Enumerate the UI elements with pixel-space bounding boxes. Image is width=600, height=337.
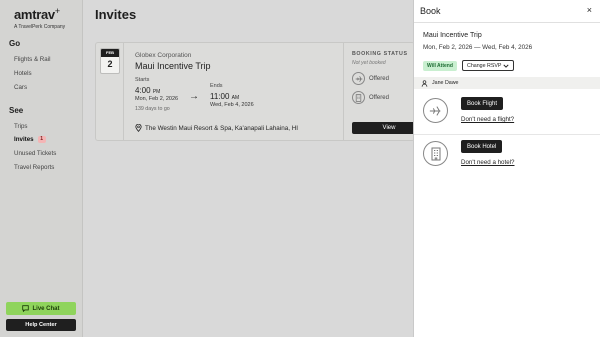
- sidebar-item-label: Invites: [14, 136, 34, 143]
- days-to-go: 139 days to go: [135, 106, 170, 112]
- flight-service-icon: [423, 98, 448, 123]
- address-text: The Westin Maui Resort & Spa, Ka'anapali…: [145, 124, 298, 132]
- will-attend-badge: Will Attend: [423, 61, 457, 71]
- flight-offer-row: Offered: [352, 72, 389, 85]
- sidebar-item-label: Hotels: [14, 70, 32, 77]
- plane-icon: [352, 72, 365, 85]
- book-panel: Book × Maui Incentive Trip Mon, Feb 2, 2…: [413, 0, 600, 337]
- starts-label: Starts: [135, 77, 150, 83]
- panel-title: Book: [420, 6, 441, 16]
- book-flight-label: Book Flight: [467, 100, 498, 107]
- live-chat-label: Live Chat: [32, 305, 60, 312]
- ends-label: Ends: [210, 83, 223, 89]
- book-hotel-label: Book Hotel: [467, 143, 497, 150]
- nav-heading-go: Go: [9, 39, 21, 48]
- sidebar-item-unused-tickets[interactable]: Unused Tickets: [14, 150, 56, 157]
- date-month: FEB: [101, 49, 119, 57]
- chat-icon: [22, 305, 30, 312]
- help-center-button[interactable]: Help Center: [6, 319, 76, 331]
- brand-plus-mark: +: [54, 6, 61, 16]
- change-rsvp-button[interactable]: Change RSVP: [462, 60, 515, 71]
- book-hotel-button[interactable]: Book Hotel: [461, 140, 503, 153]
- hotel-offer-status: Offered: [369, 94, 389, 101]
- start-time-ampm: PM: [152, 89, 161, 95]
- invites-count-badge: 1: [37, 136, 46, 143]
- plane-icon: [429, 105, 440, 116]
- start-time-value: 4:00: [135, 86, 151, 95]
- page-title: Invites: [95, 7, 137, 22]
- sidebar-item-label: Flights & Rail: [14, 56, 51, 63]
- sidebar-item-label: Trips: [14, 123, 28, 130]
- sidebar-item-trips[interactable]: Trips: [14, 123, 28, 130]
- view-button-label: View: [382, 125, 396, 131]
- sidebar-item-label: Cars: [14, 84, 28, 91]
- end-time: 11:00 AM: [210, 92, 239, 101]
- flight-offer-status: Offered: [369, 75, 389, 82]
- sidebar-item-invites[interactable]: Invites 1: [14, 136, 46, 143]
- close-icon[interactable]: ×: [587, 5, 592, 15]
- date-day: 2: [107, 59, 113, 69]
- brand-subtitle: A TravelPerk Company: [14, 24, 66, 30]
- hotel-icon: [431, 147, 440, 160]
- change-rsvp-label: Change RSVP: [467, 62, 502, 69]
- hotel-service-icon: [423, 141, 448, 166]
- book-flight-button[interactable]: Book Flight: [461, 97, 504, 110]
- pin-icon: [135, 124, 142, 132]
- end-date: Wed, Feb 4, 2026: [210, 102, 254, 108]
- sidebar: amtrav+ A TravelPerk Company Go Flights …: [0, 0, 83, 337]
- brand-logo[interactable]: amtrav+ A TravelPerk Company: [14, 6, 65, 30]
- guest-bar: Jane Dawe: [414, 77, 600, 89]
- chevron-down-icon: [503, 64, 510, 68]
- panel-trip-name: Maui Incentive Trip: [423, 32, 482, 39]
- help-center-label: Help Center: [25, 322, 57, 328]
- invite-card[interactable]: FEB 2 Globex Corporation Maui Incentive …: [95, 42, 426, 141]
- nav-heading-see: See: [9, 106, 24, 115]
- end-time-ampm: AM: [231, 95, 240, 101]
- sidebar-item-flights-rail[interactable]: Flights & Rail: [14, 56, 50, 63]
- booking-status-subtitle: Not yet booked: [352, 60, 386, 66]
- brand-name: amtrav: [14, 7, 55, 22]
- end-time-value: 11:00: [210, 92, 230, 101]
- panel-trip-dates: Mon, Feb 2, 2026 — Wed, Feb 4, 2026: [423, 44, 533, 51]
- sidebar-item-hotels[interactable]: Hotels: [14, 70, 32, 77]
- booking-status-title: BOOKING STATUS: [352, 51, 408, 57]
- start-date: Mon, Feb 2, 2026: [135, 96, 179, 102]
- divider: [414, 134, 600, 135]
- booking-status-column: BOOKING STATUS Not yet booked Offered Of…: [343, 43, 426, 140]
- live-chat-button[interactable]: Live Chat: [6, 302, 76, 315]
- trip-name: Maui Incentive Trip: [135, 61, 211, 71]
- sidebar-item-label: Travel Reports: [14, 164, 55, 171]
- sidebar-item-label: Unused Tickets: [14, 150, 57, 157]
- panel-header: Book ×: [414, 0, 600, 23]
- guest-name: Jane Dawe: [432, 80, 459, 86]
- no-hotel-link[interactable]: Don't need a hotel?: [461, 159, 514, 166]
- hotel-offer-row: Offered: [352, 91, 389, 104]
- address: The Westin Maui Resort & Spa, Ka'anapali…: [135, 124, 298, 132]
- arrow-right-icon: →: [189, 91, 199, 102]
- date-badge: FEB 2: [100, 48, 120, 74]
- sidebar-item-travel-reports[interactable]: Travel Reports: [14, 164, 54, 171]
- person-icon: [421, 79, 428, 87]
- hotel-icon: [352, 91, 365, 104]
- company-name: Globex Corporation: [135, 52, 192, 59]
- date-column: FEB 2: [96, 43, 124, 140]
- start-time: 4:00 PM: [135, 86, 160, 95]
- no-flight-link[interactable]: Don't need a flight?: [461, 116, 514, 123]
- sidebar-item-cars[interactable]: Cars: [14, 84, 27, 91]
